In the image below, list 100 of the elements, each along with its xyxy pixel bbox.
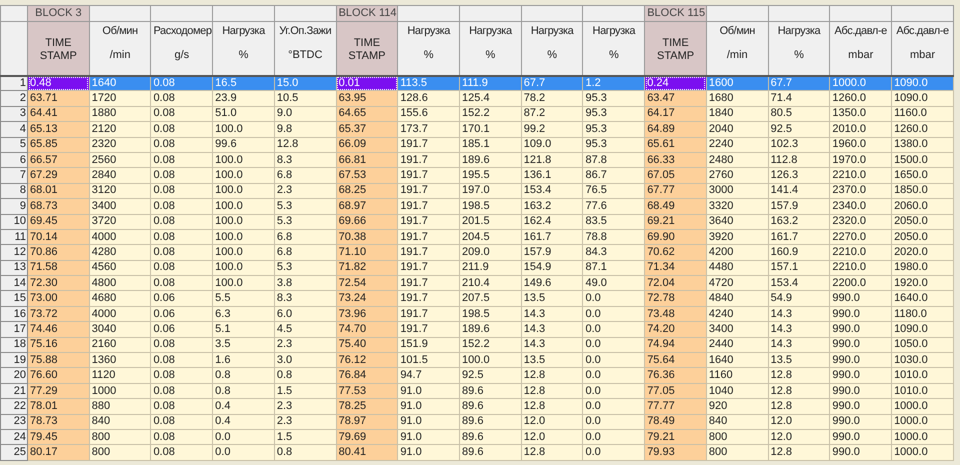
table-cell: 87.1	[582, 260, 645, 276]
table-cell: 149.6	[521, 276, 583, 291]
row-header[interactable]: 14	[0, 276, 28, 291]
column-header[interactable]: Нагрузка %	[398, 22, 460, 76]
table-cell: 4840	[706, 290, 768, 306]
table-cell: 5.3	[274, 214, 336, 230]
table-cell: 3640	[706, 214, 768, 230]
column-header[interactable]: Абс.давл-е mbar	[830, 22, 892, 76]
table-cell: 1970.0	[830, 152, 892, 168]
table-cell: 197.0	[460, 183, 522, 199]
table-cell: 6.3	[212, 306, 274, 322]
block-header: BLOCK 3	[28, 6, 90, 22]
column-header[interactable]: TIME STAMP	[644, 22, 706, 76]
table-cell: 0.0	[582, 368, 645, 384]
timestamp-cell: 66.09	[336, 137, 398, 152]
table-cell: 6.8	[274, 229, 336, 245]
timestamp-cell: 74.94	[644, 337, 706, 353]
table-cell: 152.2	[460, 337, 522, 353]
column-header[interactable]: Нагрузка %	[582, 22, 645, 76]
timestamp-cell: 78.25	[336, 398, 398, 414]
row-header[interactable]: 16	[0, 306, 28, 322]
table-cell: 0.08	[150, 122, 213, 138]
column-header[interactable]: Нагрузка %	[460, 22, 522, 76]
row-header[interactable]: 4	[0, 122, 28, 138]
column-header[interactable]: Расходомер g/s	[150, 22, 213, 76]
table-cell: 0.4	[212, 414, 274, 430]
table-cell: 173.7	[398, 122, 460, 138]
row-header[interactable]: 3	[0, 106, 28, 122]
column-unit: %	[424, 49, 434, 62]
table-cell: 100.0	[212, 122, 274, 138]
table-cell: 2840	[89, 168, 151, 184]
table-cell: 12.8	[521, 444, 583, 460]
row-header[interactable]: 8	[0, 183, 28, 199]
table-cell: 207.5	[460, 290, 522, 306]
column-header[interactable]: Об/мин /min	[706, 22, 768, 76]
row-header[interactable]: 15	[0, 290, 28, 306]
table-cell: 89.6	[460, 383, 522, 399]
column-header[interactable]: Об/мин /min	[89, 22, 151, 76]
row-header[interactable]: 13	[0, 260, 28, 276]
row-header[interactable]: 25	[0, 444, 28, 460]
table-cell: 109.0	[521, 137, 583, 152]
row-header[interactable]: 9	[0, 198, 28, 214]
table-cell: 990.0	[830, 383, 892, 399]
timestamp-cell: 70.14	[28, 229, 90, 245]
column-header[interactable]: Нагрузка %	[212, 22, 274, 76]
column-header[interactable]: Нагрузка %	[768, 22, 830, 76]
row-header[interactable]: 5	[0, 137, 28, 152]
timestamp-cell: 74.20	[644, 322, 706, 338]
table-cell: 161.7	[768, 229, 830, 245]
table-cell: 2320	[89, 137, 151, 152]
timestamp-cell: 75.40	[336, 337, 398, 353]
table-cell: 990.0	[830, 306, 892, 322]
column-header[interactable]: Нагрузка %	[521, 22, 583, 76]
table-cell: 13.5	[768, 352, 830, 368]
row-header[interactable]: 6	[0, 152, 28, 168]
row-header[interactable]: 20	[0, 368, 28, 384]
row-header[interactable]: 24	[0, 429, 28, 445]
table-cell: 100.0	[212, 276, 274, 291]
row-header[interactable]: 12	[0, 244, 28, 260]
timestamp-cell: 74.70	[336, 322, 398, 338]
table-cell: 1000.0	[892, 398, 954, 414]
row-header[interactable]: 2	[0, 90, 28, 106]
column-unit: %	[547, 49, 557, 62]
row-header[interactable]: 7	[0, 168, 28, 184]
table-cell: 157.9	[768, 198, 830, 214]
row-header[interactable]: 23	[0, 414, 28, 430]
timestamp-cell: 76.84	[336, 368, 398, 384]
column-header[interactable]: TIME STAMP	[28, 22, 90, 76]
column-header[interactable]: TIME STAMP	[336, 22, 398, 76]
row-header[interactable]: 19	[0, 352, 28, 368]
column-header[interactable]: Уг.Оп.Зажи °BTDC	[274, 22, 336, 76]
table-cell: 0.08	[150, 352, 213, 368]
table-cell: 0.08	[150, 260, 213, 276]
table-cell: 14.3	[521, 306, 583, 322]
table-cell: 163.2	[521, 198, 583, 214]
table-cell: 2240	[706, 137, 768, 152]
table-cell: 0.0	[582, 398, 645, 414]
timestamp-cell: 71.34	[644, 260, 706, 276]
row-header[interactable]: 17	[0, 322, 28, 338]
table-cell: 23.9	[212, 90, 274, 106]
row-header[interactable]: 21	[0, 383, 28, 399]
table-cell: 1000	[89, 383, 151, 399]
table-cell: 1120	[89, 368, 151, 384]
table-cell: 1500.0	[892, 152, 954, 168]
table-cell: 1880	[89, 106, 151, 122]
column-header[interactable]: Абс.давл-е mbar	[892, 22, 954, 76]
table-cell: 0.08	[150, 398, 213, 414]
row-header[interactable]: 22	[0, 398, 28, 414]
table-cell: 2560	[89, 152, 151, 168]
timestamp-cell: 67.29	[28, 168, 90, 184]
row-header[interactable]: 10	[0, 214, 28, 230]
table-cell: 14.3	[521, 337, 583, 353]
table-cell: 191.7	[398, 168, 460, 184]
timestamp-cell: 79.69	[336, 429, 398, 445]
row-header[interactable]: 11	[0, 229, 28, 245]
table-cell: 3120	[89, 183, 151, 199]
table-cell: 4800	[89, 276, 151, 291]
table-cell: 91.0	[398, 398, 460, 414]
row-header[interactable]: 18	[0, 337, 28, 353]
table-cell: 136.1	[521, 168, 583, 184]
